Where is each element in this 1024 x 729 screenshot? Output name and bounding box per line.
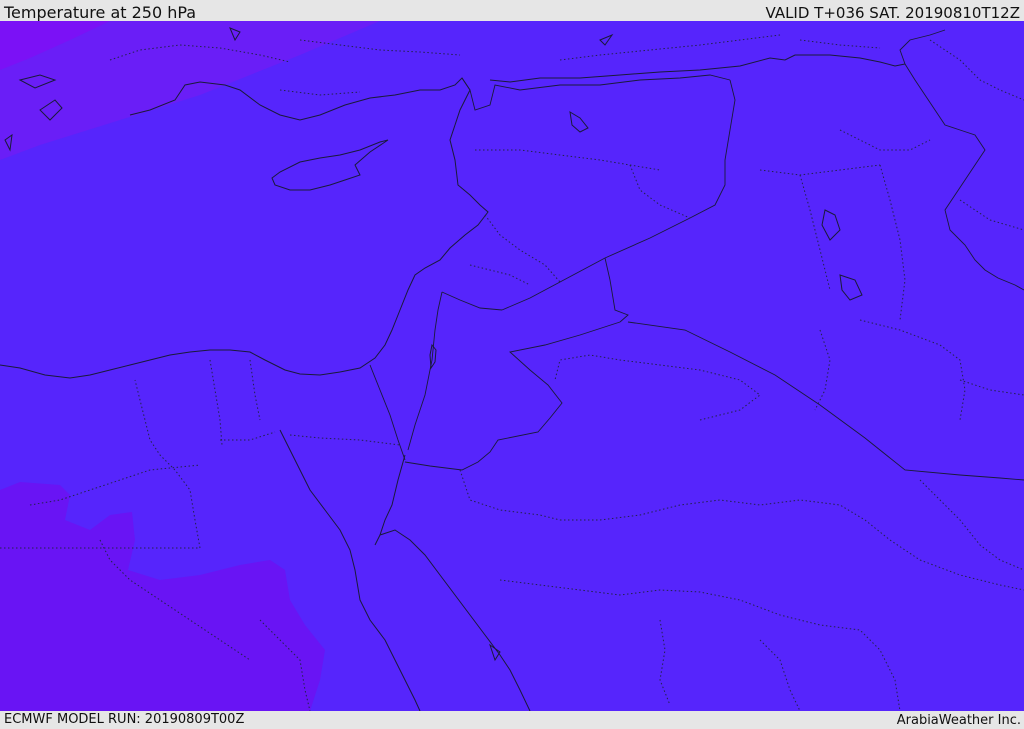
footer-bar: ECMWF MODEL RUN: 20190809T00Z ArabiaWeat… <box>0 711 1024 729</box>
header-bar: Temperature at 250 hPa VALID T+036 SAT. … <box>0 0 1024 22</box>
map-title: Temperature at 250 hPa <box>4 3 197 22</box>
valid-time: VALID T+036 SAT. 20190810T12Z <box>765 4 1020 22</box>
model-run-label: ECMWF MODEL RUN: 20190809T00Z <box>4 712 245 727</box>
credit-label: ArabiaWeather Inc. <box>896 713 1021 728</box>
temperature-map[interactable] <box>0 21 1024 711</box>
